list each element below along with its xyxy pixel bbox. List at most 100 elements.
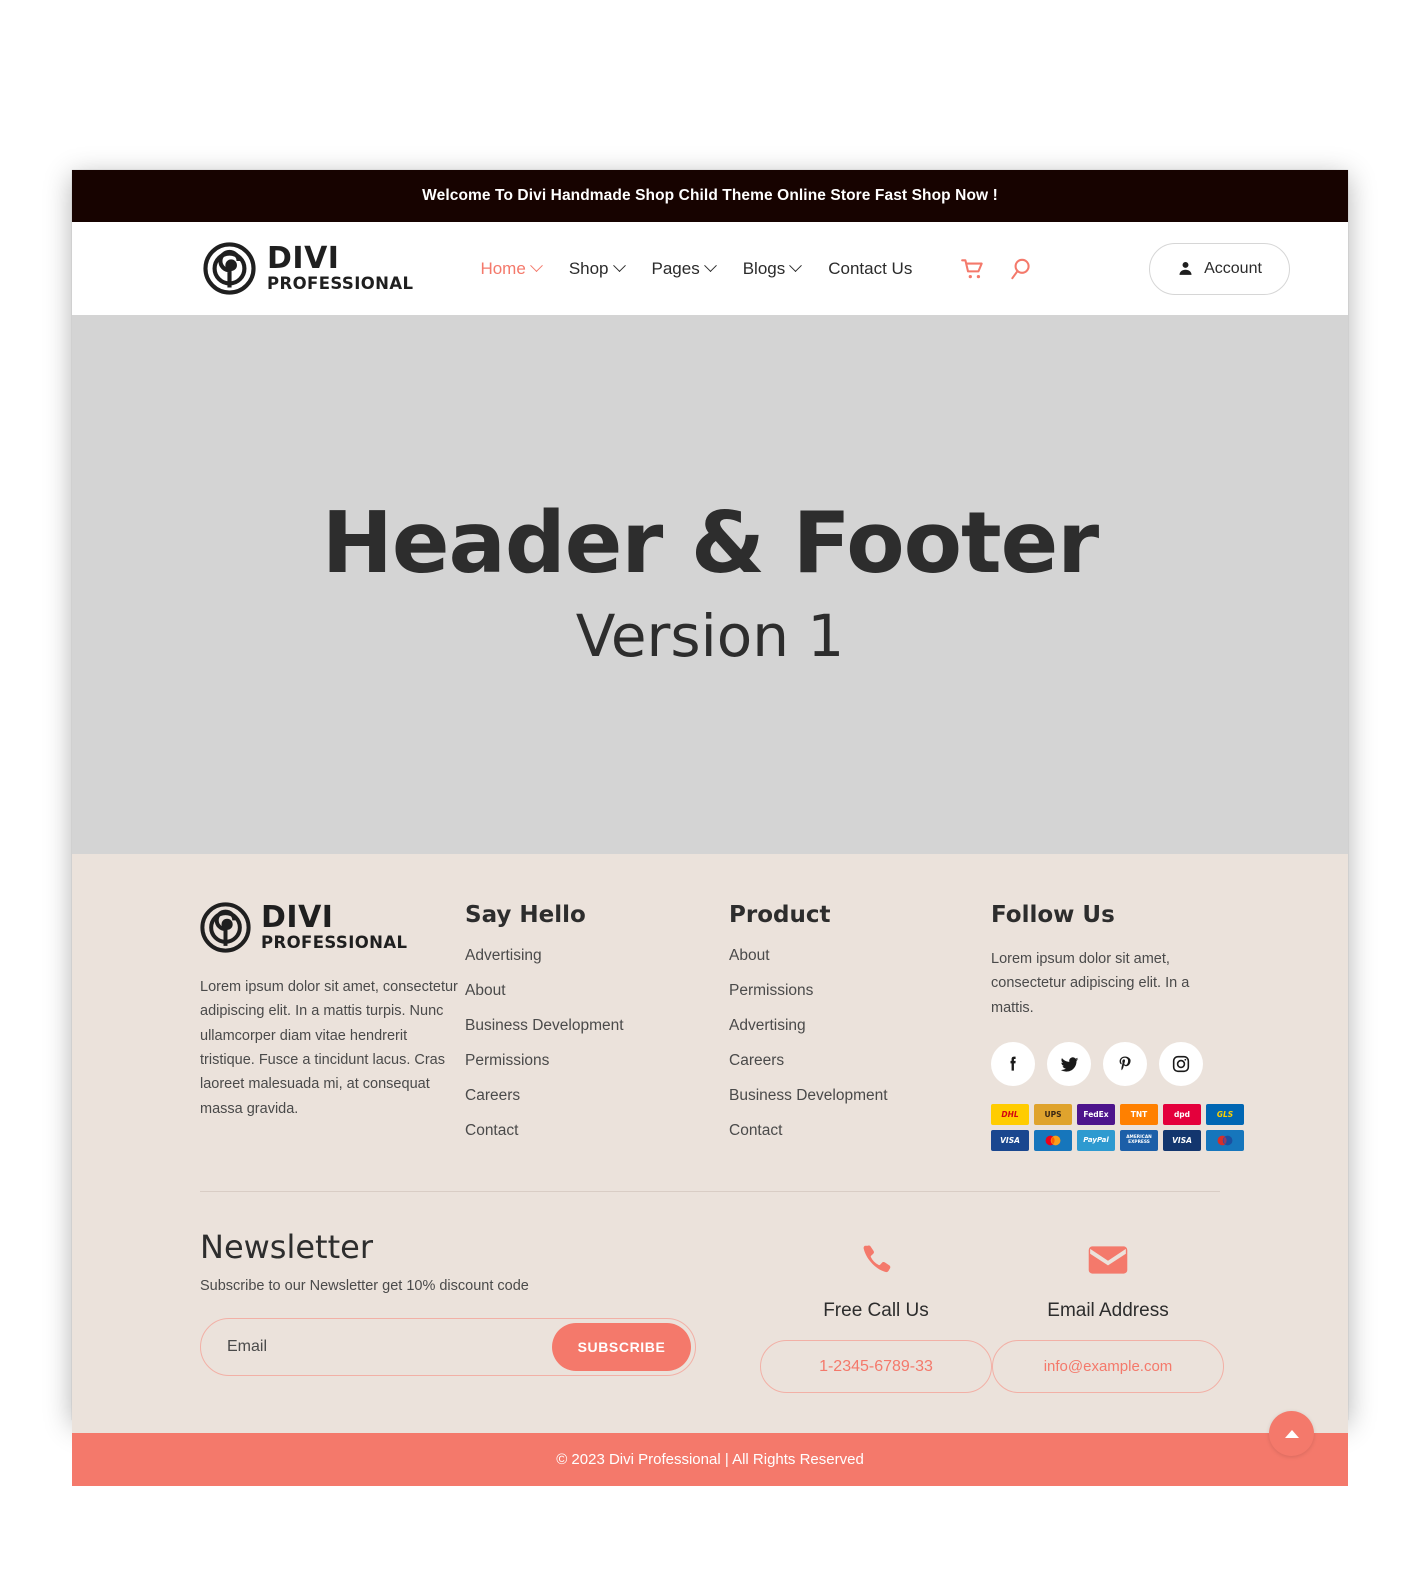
nav-label-pages: Pages — [651, 258, 700, 278]
badge-maestro — [1206, 1130, 1244, 1152]
footer-product-link-careers[interactable]: Careers — [729, 1052, 991, 1070]
footer-follow-heading: Follow Us — [991, 902, 1115, 928]
instagram-icon — [1172, 1055, 1190, 1073]
shopping-cart-icon[interactable] — [960, 256, 986, 282]
contact-email-block: Email Address info@example.com — [992, 1228, 1224, 1393]
logo-wordmark: DIVI PROFESSIONAL — [267, 244, 413, 293]
hero-subtitle: Version 1 — [575, 602, 845, 671]
social-facebook-button[interactable] — [991, 1042, 1035, 1087]
newsletter-form: SUBSCRIBE — [200, 1318, 696, 1376]
divi-spiral-logo-icon — [203, 242, 256, 295]
payment-shipping-badges: DHL UPS FedEx TNT dpd GLS VISA PayPal AM… — [991, 1104, 1244, 1152]
badge-ups: UPS — [1034, 1104, 1072, 1126]
chevron-down-icon — [612, 259, 626, 273]
footer-say-hello-column: Say Hello Advertising About Business Dev… — [465, 902, 729, 1157]
footer-follow-description: Lorem ipsum dolor sit amet, consectetur … — [991, 951, 1190, 1016]
footer-logo-wordmark: DIVI PROFESSIONAL — [261, 903, 407, 952]
social-links — [991, 1042, 1244, 1087]
contact-phone-icon-wrap — [858, 1238, 894, 1282]
twitter-icon — [1060, 1056, 1078, 1072]
footer-follow-column: Follow Us Lorem ipsum dolor sit amet, co… — [991, 902, 1244, 1156]
footer-product-link-contact[interactable]: Contact — [729, 1122, 991, 1140]
contact-phone-value[interactable]: 1-2345-6789-33 — [760, 1340, 992, 1393]
announcement-text: Welcome To Divi Handmade Shop Child Them… — [422, 187, 998, 204]
footer-link-contact[interactable]: Contact — [465, 1122, 729, 1140]
contact-phone-label: Free Call Us — [823, 1300, 929, 1321]
footer-brand-description: Lorem ipsum dolor sit amet, consectetur … — [200, 979, 458, 1117]
header-icon-group — [960, 256, 1034, 282]
badge-dhl: DHL — [991, 1104, 1029, 1126]
envelope-icon — [1088, 1246, 1128, 1274]
subscribe-button[interactable]: SUBSCRIBE — [552, 1323, 691, 1371]
hero-section: Header & Footer Version 1 — [72, 315, 1348, 854]
contact-email-value[interactable]: info@example.com — [992, 1340, 1224, 1393]
footer-logo[interactable]: DIVI PROFESSIONAL — [200, 902, 465, 953]
primary-navigation: Home Shop Pages Blogs Contact Us — [480, 256, 1034, 282]
shipping-badge-row: DHL UPS FedEx TNT dpd GLS — [991, 1104, 1244, 1126]
footer-product-link-permissions[interactable]: Permissions — [729, 982, 991, 1000]
footer-say-hello-heading: Say Hello — [465, 902, 586, 928]
footer-link-business-development[interactable]: Business Development — [465, 1017, 729, 1035]
footer-link-careers[interactable]: Careers — [465, 1087, 729, 1105]
badge-visa-dark: VISA — [1163, 1130, 1201, 1152]
social-twitter-button[interactable] — [1047, 1042, 1091, 1087]
logo-primary-text: DIVI — [267, 241, 340, 277]
badge-american-express: AMERICAN EXPRESS — [1120, 1130, 1158, 1152]
site-header: DIVI PROFESSIONAL Home Shop Pages Blogs … — [72, 222, 1348, 315]
phone-icon — [863, 1245, 891, 1273]
nav-label-contact-us: Contact Us — [828, 258, 913, 278]
chevron-down-icon — [703, 259, 717, 273]
nav-item-shop[interactable]: Shop — [569, 259, 626, 279]
footer-link-advertising[interactable]: Advertising — [465, 947, 729, 965]
footer-brand-column: DIVI PROFESSIONAL Lorem ipsum dolor sit … — [200, 902, 465, 1121]
footer-columns: DIVI PROFESSIONAL Lorem ipsum dolor sit … — [200, 902, 1244, 1157]
footer-bottom-row: Newsletter Subscribe to our Newsletter g… — [200, 1192, 1224, 1433]
footer-product-link-advertising[interactable]: Advertising — [729, 1017, 991, 1035]
account-button[interactable]: Account — [1149, 242, 1290, 295]
badge-gls: GLS — [1206, 1104, 1244, 1126]
copyright-bar: © 2023 Divi Professional | All Rights Re… — [72, 1411, 1348, 1486]
footer-product-link-business-development[interactable]: Business Development — [729, 1087, 991, 1105]
site-footer: DIVI PROFESSIONAL Lorem ipsum dolor sit … — [72, 854, 1348, 1433]
payment-badge-row: VISA PayPal AMERICAN EXPRESS VISA — [991, 1130, 1244, 1152]
chevron-up-icon — [1284, 1429, 1299, 1438]
user-icon — [1179, 261, 1192, 275]
nav-item-contact-us[interactable]: Contact Us — [828, 259, 912, 279]
footer-product-heading: Product — [729, 902, 831, 928]
search-icon[interactable] — [1008, 256, 1034, 282]
footer-logo-primary-text: DIVI — [261, 900, 334, 936]
nav-label-home: Home — [480, 258, 526, 278]
badge-paypal: PayPal — [1077, 1130, 1115, 1152]
newsletter-section: Newsletter Subscribe to our Newsletter g… — [200, 1228, 760, 1376]
social-pinterest-button[interactable] — [1103, 1042, 1147, 1087]
newsletter-email-input[interactable] — [201, 1338, 552, 1356]
logo-secondary-text: PROFESSIONAL — [267, 274, 414, 294]
hero-title: Header & Footer — [321, 493, 1099, 593]
account-button-label: Account — [1204, 259, 1262, 277]
header-logo[interactable]: DIVI PROFESSIONAL — [203, 242, 413, 295]
footer-link-about[interactable]: About — [465, 982, 729, 1000]
badge-tnt: TNT — [1120, 1104, 1158, 1126]
chevron-down-icon — [789, 259, 803, 273]
newsletter-heading: Newsletter — [200, 1228, 373, 1266]
mastercard-icon — [1045, 1135, 1061, 1146]
contact-email-label: Email Address — [1047, 1300, 1169, 1321]
footer-logo-secondary-text: PROFESSIONAL — [261, 933, 408, 953]
footer-link-permissions[interactable]: Permissions — [465, 1052, 729, 1070]
contact-phone-block: Free Call Us 1-2345-6789-33 — [760, 1228, 992, 1393]
badge-fedex: FedEx — [1077, 1104, 1115, 1126]
nav-item-pages[interactable]: Pages — [651, 258, 717, 279]
facebook-icon — [1010, 1056, 1016, 1071]
nav-item-home[interactable]: Home — [480, 258, 543, 279]
website-preview-card: Welcome To Divi Handmade Shop Child Them… — [72, 170, 1348, 1486]
footer-product-link-about[interactable]: About — [729, 947, 991, 965]
social-instagram-button[interactable] — [1159, 1042, 1203, 1087]
scroll-to-top-button[interactable] — [1269, 1411, 1314, 1456]
footer-product-column: Product About Permissions Advertising Ca… — [729, 902, 991, 1157]
page-canvas: Welcome To Divi Handmade Shop Child Them… — [0, 0, 1426, 1575]
chevron-down-icon — [529, 259, 543, 273]
pinterest-icon — [1119, 1056, 1131, 1071]
nav-item-blogs[interactable]: Blogs — [742, 258, 803, 279]
contact-email-icon-wrap — [1088, 1238, 1128, 1282]
nav-label-blogs: Blogs — [742, 258, 786, 278]
